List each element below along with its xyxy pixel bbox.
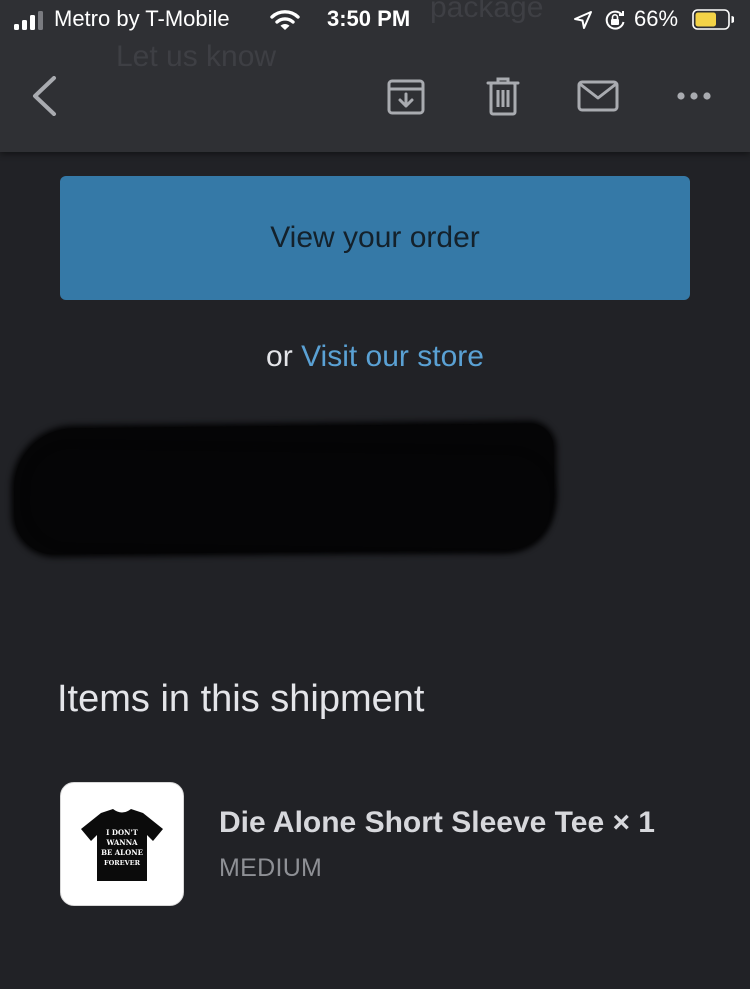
visit-store-line: or Visit our store bbox=[0, 340, 750, 374]
email-body: View your order or Visit our store Items… bbox=[0, 152, 750, 989]
redaction-scribble bbox=[29, 448, 551, 550]
signal-bar bbox=[38, 10, 43, 30]
location-arrow-icon bbox=[573, 10, 593, 35]
more-icon bbox=[677, 92, 711, 100]
carrier-label: Metro by T-Mobile bbox=[54, 6, 230, 31]
svg-text:I DON'T: I DON'T bbox=[106, 828, 138, 837]
svg-text:WANNA: WANNA bbox=[105, 838, 138, 847]
battery-percent: 66% bbox=[634, 6, 679, 31]
svg-text:FOREVER: FOREVER bbox=[104, 859, 141, 867]
delete-button[interactable] bbox=[481, 74, 525, 118]
more-button[interactable] bbox=[672, 78, 716, 114]
tshirt-image: I DON'T WANNA BE ALONE FOREVER bbox=[81, 809, 163, 881]
status-bar: Metro by T-Mobile 3:50 PM 66% bbox=[0, 0, 750, 40]
signal-bar bbox=[22, 19, 27, 30]
or-text: or bbox=[266, 340, 293, 373]
view-order-button[interactable]: View your order bbox=[60, 176, 690, 300]
signal-bar bbox=[14, 24, 19, 30]
email-toolbar bbox=[0, 40, 750, 152]
mail-icon bbox=[577, 80, 619, 112]
items-heading: Items in this shipment bbox=[57, 678, 425, 720]
svg-text:BE ALONE: BE ALONE bbox=[101, 848, 143, 857]
back-chevron-icon bbox=[33, 76, 56, 116]
product-thumbnail: I DON'T WANNA BE ALONE FOREVER bbox=[60, 782, 184, 906]
trash-icon bbox=[486, 77, 520, 116]
item-name: Die Alone Short Sleeve Tee × 1 bbox=[219, 806, 655, 839]
back-button[interactable] bbox=[26, 74, 62, 118]
battery-icon bbox=[692, 9, 735, 30]
orientation-lock-icon bbox=[604, 9, 626, 36]
wifi-icon bbox=[270, 9, 300, 36]
archive-button[interactable] bbox=[384, 74, 428, 118]
item-variant: MEDIUM bbox=[219, 854, 323, 882]
archive-icon bbox=[387, 79, 425, 115]
signal-icon bbox=[14, 10, 48, 30]
visit-store-link[interactable]: Visit our store bbox=[301, 340, 484, 373]
top-bar: package Let us know Metro by T-Mobile 3:… bbox=[0, 0, 750, 152]
clock: 3:50 PM bbox=[327, 6, 411, 31]
signal-bar bbox=[30, 15, 35, 30]
shipment-item: I DON'T WANNA BE ALONE FOREVER Die Alone… bbox=[60, 782, 720, 906]
mark-unread-button[interactable] bbox=[574, 76, 622, 116]
